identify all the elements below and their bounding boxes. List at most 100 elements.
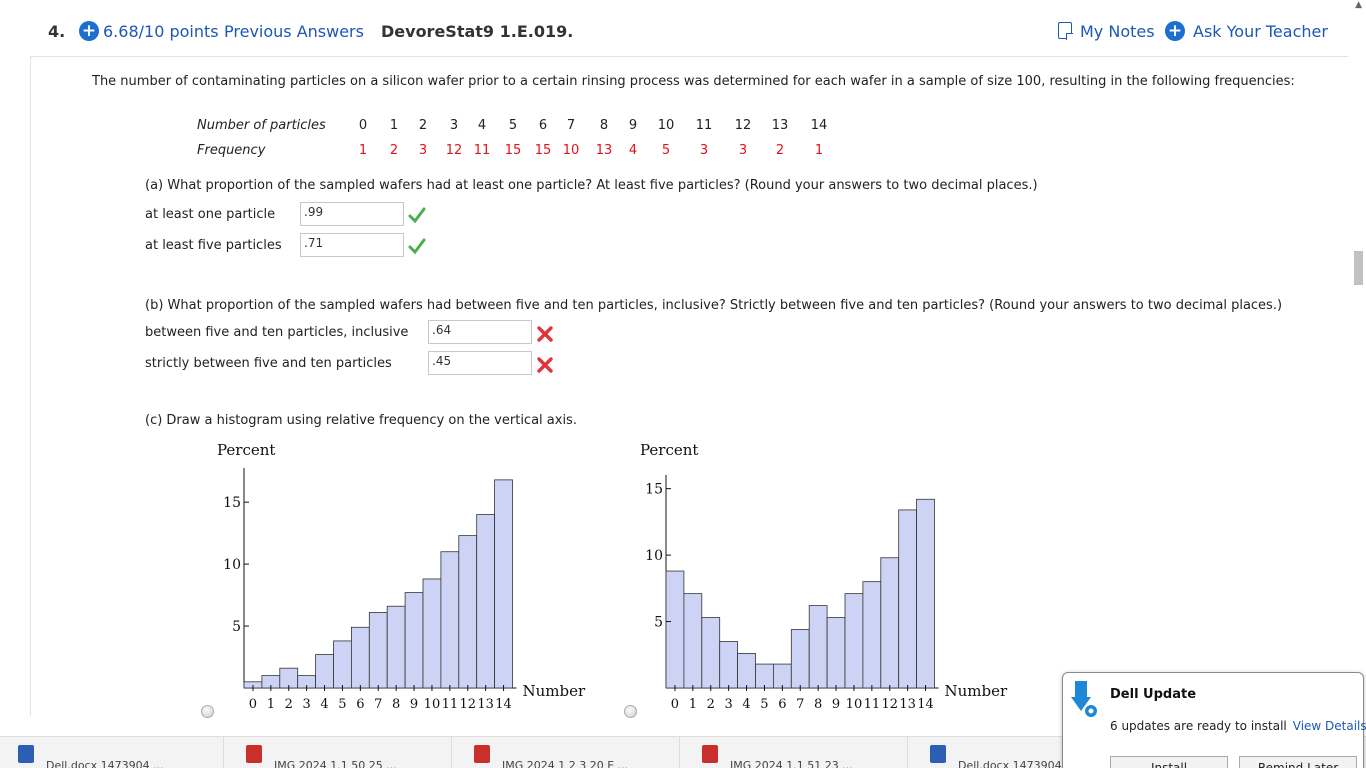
remind-later-button[interactable]: Remind Later [1239,756,1357,768]
table-cell-frequency: 3 [738,143,748,158]
table-row-label-particles: Number of particles [197,118,326,133]
part-a-label-2: at least five particles [145,238,282,253]
histogram-bar [880,557,900,689]
x-tick-label: 12 [881,697,898,712]
at-least-one-input[interactable]: .99 [300,202,404,226]
check-icon [408,207,426,224]
scrollbar[interactable]: ▲ [1350,0,1366,716]
my-notes-link[interactable]: My Notes [1080,22,1155,41]
table-cell-frequency: 15 [504,143,522,158]
x-axis-label: Number [945,682,1008,700]
note-icon[interactable] [1058,22,1073,40]
x-tick-label: 8 [392,697,400,712]
table-cell-frequency: 10 [562,143,580,158]
scroll-up-arrow-icon[interactable]: ▲ [1355,0,1362,10]
histogram-bar [386,605,406,689]
y-tick-label: 10 [223,557,241,573]
histogram-bar [368,612,388,689]
popup-title: Dell Update [1110,687,1197,702]
x-tick-label: 11 [864,697,881,712]
x-tick-label: 7 [374,697,382,712]
install-button[interactable]: Install [1110,756,1228,768]
y-tick-label: 15 [645,482,663,498]
problem-intro: The number of contaminating particles on… [92,74,1295,89]
download-item[interactable]: Dell.docx 1473904 ... [0,737,224,768]
table-cell-frequency: 1 [358,143,368,158]
strictly-input[interactable]: .45 [428,351,532,375]
table-cell-frequency: 15 [534,143,552,158]
x-tick-label: 4 [742,697,750,712]
histogram-bar [440,551,460,689]
inclusive-input[interactable]: .64 [428,320,532,344]
download-item[interactable]: IMG 2024 1.1 51 23 ... [684,737,908,768]
x-tick-label: 0 [249,697,257,712]
x-tick-label: 12 [459,697,476,712]
x-tick-label: 6 [778,697,786,712]
x-axis-label: Number [523,682,586,700]
table-cell-frequency: 11 [473,143,491,158]
view-details-link[interactable]: View Details [1293,719,1366,733]
histogram-bar [404,592,424,689]
plus-circle-icon[interactable]: + [79,21,99,41]
table-cell-frequency: 12 [445,143,463,158]
y-tick-label: 5 [232,619,241,635]
radio-option-1[interactable] [201,705,214,718]
dell-update-notification: Dell Update 6 updates are ready to insta… [1062,672,1366,768]
y-axis-label: Percent [640,441,698,459]
download-item[interactable]: IMG 2024 1.1 50 25 ... [228,737,452,768]
table-cell-particles: 5 [508,118,518,133]
word-file-icon [930,745,946,763]
table-cell-particles: 7 [566,118,576,133]
at-least-five-input[interactable]: .71 [300,233,404,257]
ask-teacher-link[interactable]: Ask Your Teacher [1193,22,1328,41]
table-cell-frequency: 13 [595,143,613,158]
histogram-bar [755,663,774,689]
table-cell-frequency: 3 [699,143,709,158]
histogram-bar [333,640,352,689]
histogram-bar [790,629,810,689]
radio-option-2[interactable] [624,705,637,718]
scrollbar-thumb[interactable] [1354,251,1363,285]
histogram-option-1[interactable]: 0 1 2 3 4 5 6 7 8 9 10 11 12 13 1451015PercentNumber [200,435,600,720]
question-id: DevoreStat9 1.E.019. [381,21,574,41]
histogram-bar [737,653,756,689]
x-tick-label: 10 [424,697,441,712]
histogram-bar [665,570,685,689]
histogram-bar [826,617,846,689]
x-tick-label: 3 [725,697,733,712]
table-cell-particles: 1 [389,118,399,133]
x-tick-label: 1 [267,697,275,712]
x-tick-label: 2 [285,697,293,712]
dell-update-icon [1071,681,1099,719]
table-cell-particles: 2 [418,118,428,133]
histogram-bar [683,593,703,689]
histogram-option-2[interactable]: 0 1 2 3 4 5 6 7 8 9 10 11 12 13 1451015PercentNumber [620,435,1020,720]
previous-answers-link[interactable]: Previous Answers [224,22,364,41]
histogram-bar [719,641,738,689]
histogram-bar [458,535,478,689]
x-tick-label: 4 [320,697,328,712]
x-tick-label: 14 [917,697,934,712]
download-item[interactable]: IMG 2024 1 2 3 20 E ... [456,737,680,768]
histogram-bar [862,581,882,689]
table-cell-particles: 4 [477,118,487,133]
table-cell-particles: 10 [657,118,675,133]
x-tick-label: 14 [495,697,512,712]
table-cell-frequency: 1 [814,143,824,158]
plus-circle-icon[interactable]: + [1165,21,1185,41]
histogram-bar [772,663,792,689]
table-cell-frequency: 4 [628,143,638,158]
table-cell-particles: 3 [449,118,459,133]
table-cell-particles: 13 [771,118,789,133]
x-tick-label: 13 [477,697,494,712]
histogram-bar [844,593,864,689]
points-link[interactable]: 6.68/10 points [103,22,219,41]
histogram-bar [476,514,496,689]
table-cell-particles: 9 [628,118,638,133]
x-tick-label: 9 [410,697,418,712]
x-tick-label: 8 [814,697,822,712]
table-cell-frequency: 2 [775,143,785,158]
part-b-label-1: between five and ten particles, inclusiv… [145,325,409,340]
part-a-question: (a) What proportion of the sampled wafer… [145,178,1038,193]
page: 4. + 6.68/10 points Previous Answers Dev… [0,0,1366,768]
